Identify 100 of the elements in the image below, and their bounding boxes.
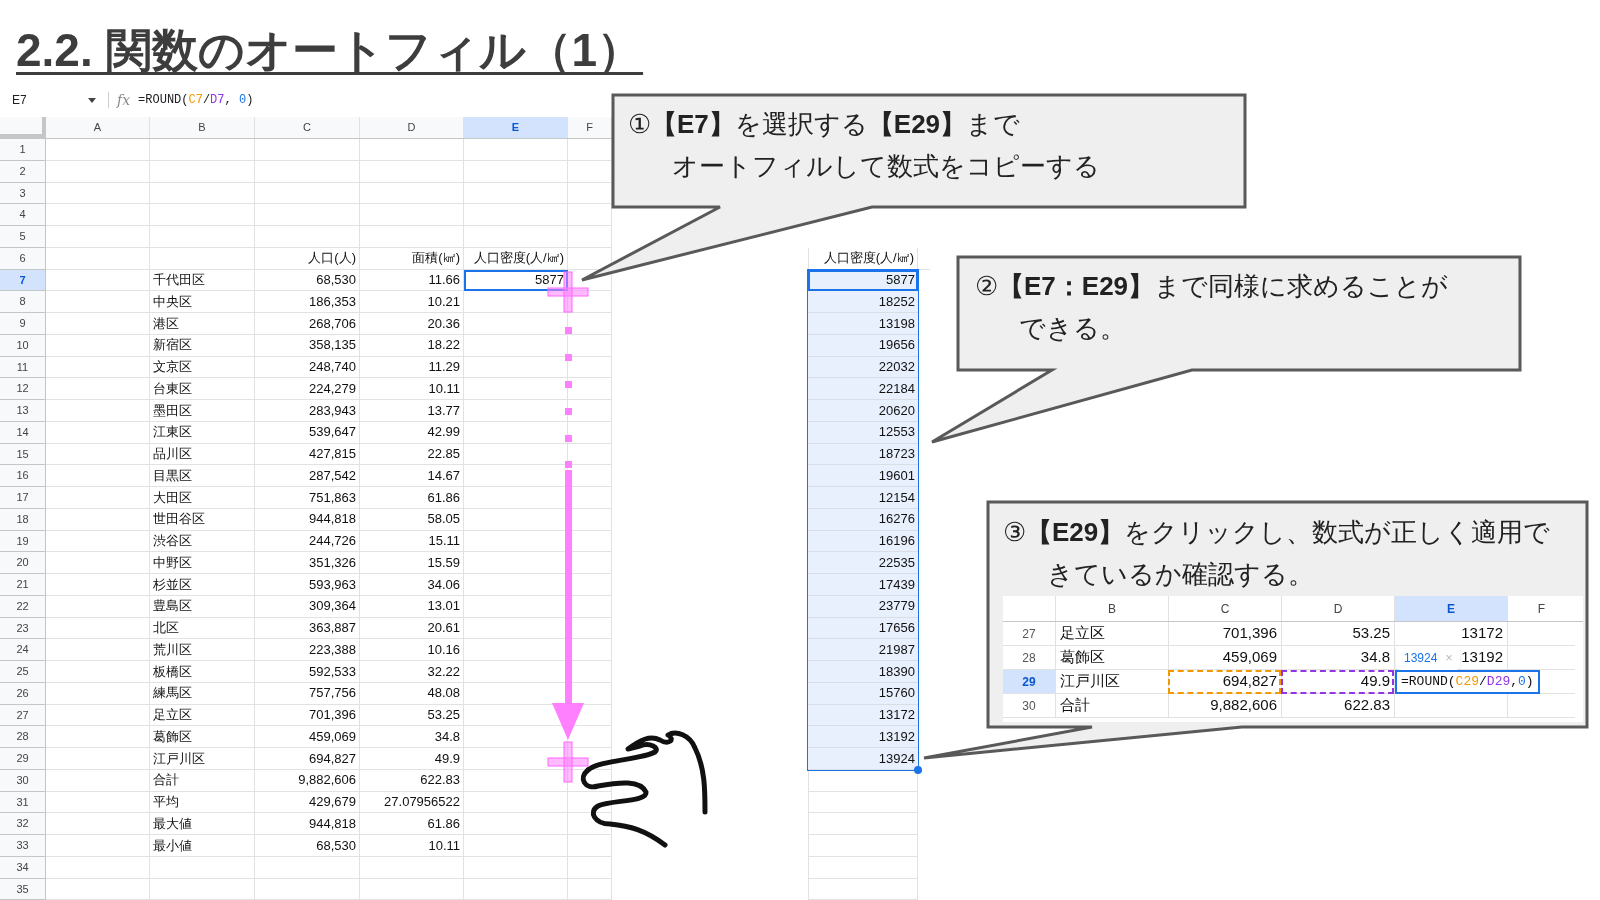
table-cell: 20.36: [360, 313, 464, 335]
row-header[interactable]: 2: [0, 160, 46, 183]
column-header[interactable]: E: [1394, 596, 1507, 621]
column-header[interactable]: F: [568, 117, 612, 138]
table-cell: 22535: [808, 552, 918, 574]
table-cell: 最小値: [150, 835, 255, 857]
function-label: fx: [117, 90, 131, 110]
callout-text: ①【E7】を選択する【E29】まで: [628, 108, 1022, 141]
callout-text: オートフィルして数式をコピーする: [671, 150, 1100, 183]
row-header[interactable]: 16: [0, 465, 46, 487]
table-cell: 北区: [150, 617, 255, 640]
table-cell: [568, 791, 612, 814]
row-header[interactable]: 20: [0, 552, 46, 574]
row-header[interactable]: 1: [0, 139, 46, 161]
row-header[interactable]: 28: [0, 726, 46, 748]
table-cell: 13.01: [360, 595, 464, 618]
row-header[interactable]: 30: [0, 769, 46, 792]
table-cell: 10.11: [360, 378, 464, 400]
table-cell: 豊島区: [150, 595, 255, 618]
table-cell: [1507, 622, 1575, 646]
table-cell: 18723: [808, 443, 918, 466]
row-header[interactable]: 11: [0, 356, 46, 379]
table-cell: 49.9: [1281, 670, 1394, 694]
table-cell: 694,827: [255, 748, 360, 770]
callout-text: ③【E29】をクリックし、数式が正しく適用で: [1003, 516, 1551, 549]
row-header[interactable]: 34: [0, 856, 46, 879]
row-header[interactable]: 24: [0, 639, 46, 661]
table-cell: 16276: [808, 508, 918, 531]
table-cell: 平均: [150, 791, 255, 814]
row-header[interactable]: 17: [0, 487, 46, 509]
row-header[interactable]: 10: [0, 334, 46, 357]
column-header[interactable]: C: [255, 117, 360, 138]
row-header[interactable]: 32: [0, 813, 46, 835]
row-header[interactable]: 23: [0, 617, 46, 640]
table-cell: 9,882,606: [1168, 694, 1281, 718]
column-header[interactable]: E: [464, 117, 568, 138]
row-header[interactable]: 9: [0, 313, 46, 335]
row-header[interactable]: 21: [0, 574, 46, 596]
row-header[interactable]: 3: [0, 182, 46, 205]
dropdown-caret-icon: [88, 97, 96, 103]
row-header[interactable]: 27: [0, 704, 46, 727]
table-cell: 中央区: [150, 291, 255, 313]
row-header[interactable]: 19: [0, 530, 46, 553]
table-cell: 287,542: [255, 465, 360, 487]
table-cell: 61.86: [360, 487, 464, 509]
table-cell: 48.08: [360, 682, 464, 705]
row-header[interactable]: 6: [0, 247, 46, 270]
table-cell: 757,756: [255, 682, 360, 705]
table-cell: 台東区: [150, 378, 255, 400]
column-header[interactable]: B: [150, 117, 255, 138]
table-cell: 板橋区: [150, 661, 255, 683]
row-header[interactable]: 12: [0, 378, 46, 400]
table-cell: 荒川区: [150, 639, 255, 661]
table-cell: 20620: [808, 400, 918, 422]
table-cell: 309,364: [255, 595, 360, 618]
table-cell: 大田区: [150, 487, 255, 509]
table-cell: 13198: [808, 313, 918, 335]
row-header[interactable]: 8: [0, 291, 46, 313]
row-header[interactable]: 35: [0, 878, 46, 900]
row-header[interactable]: 31: [0, 791, 46, 814]
table-cell: 429,679: [255, 791, 360, 814]
row-header[interactable]: 26: [0, 682, 46, 705]
table-cell: 19656: [808, 334, 918, 357]
row-header[interactable]: 22: [0, 595, 46, 618]
table-cell: 中野区: [150, 552, 255, 574]
column-header[interactable]: D: [360, 117, 464, 138]
row-header[interactable]: 15: [0, 443, 46, 466]
table-cell: 目黒区: [150, 465, 255, 487]
table-cell: 49.9: [360, 748, 464, 770]
name-box[interactable]: E7: [0, 91, 100, 109]
hand-icon: [580, 730, 708, 848]
row-header[interactable]: 5: [0, 226, 46, 248]
table-cell: 5877: [464, 269, 568, 292]
table-cell: 合計: [1055, 694, 1168, 718]
formula-field[interactable]: =ROUND(C7/D7, 0): [138, 91, 254, 109]
cell-editor[interactable]: =ROUND(C29/D29,0): [1395, 670, 1540, 694]
table-cell: 港区: [150, 313, 255, 335]
row-header[interactable]: 29: [0, 748, 46, 770]
column-header[interactable]: A: [46, 117, 150, 138]
row-header[interactable]: 14: [0, 421, 46, 444]
table-cell: 283,943: [255, 400, 360, 422]
row-header[interactable]: 33: [0, 835, 46, 857]
row-header[interactable]: 13: [0, 400, 46, 422]
table-cell: 15760: [808, 682, 918, 705]
row-header[interactable]: 29: [1003, 670, 1055, 694]
row-header[interactable]: 7: [0, 269, 46, 292]
table-cell: 墨田区: [150, 400, 255, 422]
row-header[interactable]: 4: [0, 204, 46, 226]
table-cell: 944,818: [255, 813, 360, 835]
fill-handle[interactable]: [914, 765, 922, 774]
table-cell: 人口(人): [255, 247, 360, 270]
table-cell: [568, 226, 612, 248]
row-header[interactable]: 25: [0, 661, 46, 683]
table-cell: 224,279: [255, 378, 360, 400]
slide-title: 2.2. 関数のオートフィル（1）: [16, 23, 644, 78]
table-cell: 27.07956522: [360, 791, 464, 814]
table-cell: 459,069: [1168, 646, 1281, 670]
table-cell: 363,887: [255, 617, 360, 640]
row-header[interactable]: 18: [0, 508, 46, 531]
table-cell: 葛飾区: [150, 726, 255, 748]
